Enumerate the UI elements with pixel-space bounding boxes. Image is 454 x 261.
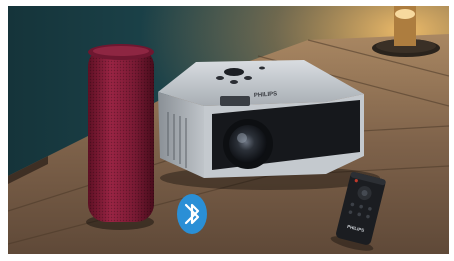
bluetooth-icon (177, 194, 207, 234)
product-scene: PHILIPS PHILIPS (8, 6, 449, 254)
projector-lens (229, 125, 267, 163)
product-photo: PHILIPS PHILIPS (8, 6, 449, 254)
bluetooth-speaker (86, 44, 154, 230)
